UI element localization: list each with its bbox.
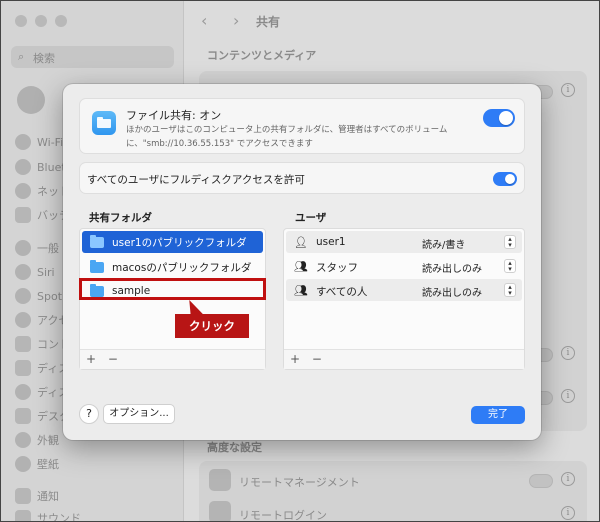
section-advanced: 高度な設定 — [207, 441, 262, 454]
accessibility-icon — [15, 312, 31, 328]
chevron-updown-icon[interactable]: ▴ ▾ — [504, 283, 516, 297]
row-remote-login: リモートログイン — [239, 509, 327, 522]
table-row-everyone[interactable]: 👥︎ すべての人 読み出しのみ ▴ ▾ — [286, 279, 522, 301]
forward-chevron-icon[interactable]: › — [233, 11, 239, 30]
gear-icon — [15, 240, 31, 256]
remove-folder-button[interactable]: − — [108, 350, 118, 368]
chevron-updown-icon[interactable]: ▴ ▾ — [504, 235, 516, 249]
display-icon — [15, 360, 31, 376]
info-icon[interactable]: i — [561, 346, 575, 360]
search-placeholder: 検索 — [33, 52, 55, 65]
users-header: ユーザ — [295, 212, 327, 224]
folder-icon — [90, 259, 104, 273]
spotlight-icon — [15, 288, 31, 304]
sidebar-item-control-center[interactable]: コント — [15, 335, 70, 353]
help-button[interactable]: ? — [79, 404, 99, 424]
appearance-icon — [15, 432, 31, 448]
remote-management-toggle[interactable] — [529, 474, 553, 488]
avatar[interactable] — [17, 86, 45, 114]
remote-management-icon — [209, 469, 231, 491]
click-callout: クリック — [175, 314, 249, 338]
sidebar-item-desktop[interactable]: デスク — [15, 407, 70, 425]
table-row-staff[interactable]: 👥︎ スタッフ 読み出しのみ ▴ ▾ — [286, 255, 522, 277]
list-item-folder-user1[interactable]: user1のパブリックフォルダ — [82, 231, 263, 253]
add-user-button[interactable]: + — [290, 350, 300, 368]
brightness-icon — [15, 384, 31, 400]
chevron-updown-icon[interactable]: ▴ ▾ — [504, 259, 516, 273]
search-icon: ⌕ — [18, 50, 25, 63]
options-button[interactable]: オプション... — [103, 404, 175, 424]
sidebar-item-appearance[interactable]: 外観 — [15, 431, 59, 449]
list-item-folder-macos[interactable]: macosのパブリックフォルダ — [82, 256, 263, 278]
battery-icon — [15, 207, 31, 223]
info-icon[interactable]: i — [561, 506, 575, 520]
folders-list-footer: + − — [80, 349, 265, 369]
table-row-user1[interactable]: 👤︎ user1 読み/書き ▴ ▾ — [286, 231, 522, 253]
sidebar-search-input[interactable]: ⌕ 検索 — [11, 46, 174, 68]
globe-icon — [15, 183, 31, 199]
full-disk-access-toggle[interactable] — [493, 172, 517, 186]
sidebar-item-network[interactable]: ネット — [15, 182, 70, 200]
sidebar-item-spotlight[interactable]: Spot — [15, 287, 62, 305]
sidebar-item-general[interactable]: 一般 — [15, 239, 59, 257]
sidebar-item-siri[interactable]: Siri — [15, 263, 55, 281]
users-list: 👤︎ user1 読み/書き ▴ ▾ 👥︎ スタッフ 読み出しのみ ▴ ▾ 👥︎ す… — [283, 228, 525, 370]
wallpaper-icon — [15, 456, 31, 472]
row-remote-management: リモートマネージメント — [239, 476, 360, 489]
sidebar-item-display-1[interactable]: ディス — [15, 359, 69, 377]
screenshot-frame: ⌕ 検索 Wi-Fi Bluet ネット バッテ 一般 Siri Spot アク… — [0, 0, 600, 522]
users-list-footer: + − — [284, 349, 524, 369]
sidebar-item-wifi[interactable]: Wi-Fi — [15, 133, 63, 151]
toggle-knob — [505, 174, 515, 184]
sidebar-item-bluetooth[interactable]: Bluet — [15, 158, 66, 176]
file-sharing-card: ファイル共有: オン ほかのユーザはこのコンピュータ上の共有フォルダに、管理者は… — [79, 98, 525, 154]
folder-icon — [90, 283, 104, 297]
info-icon[interactable]: i — [561, 472, 575, 486]
file-sharing-description: ほかのユーザはこのコンピュータ上の共有フォルダに、管理者はすべてのボリュームに、… — [126, 125, 448, 149]
speaker-icon — [15, 510, 31, 521]
page-title: 共有 — [256, 15, 281, 29]
sidebar-item-notifications[interactable]: 通知 — [15, 487, 59, 505]
everyone-icon: 👥︎ — [294, 284, 308, 297]
file-sharing-dialog: ファイル共有: オン ほかのユーザはこのコンピュータ上の共有フォルダに、管理者は… — [63, 84, 541, 440]
group-icon: 👥︎ — [294, 260, 308, 273]
permission-select[interactable]: 読み/書き — [422, 236, 465, 251]
sidebar-item-wallpaper[interactable]: 壁紙 — [15, 455, 59, 473]
permission-select[interactable]: 読み出しのみ — [422, 260, 482, 275]
add-folder-button[interactable]: + — [86, 350, 96, 368]
shared-folders-header: 共有フォルダ — [89, 212, 152, 224]
permission-select[interactable]: 読み出しのみ — [422, 284, 482, 299]
wifi-icon — [15, 134, 31, 150]
full-disk-access-label: すべてのユーザにフルディスクアクセスを許可 — [87, 174, 305, 186]
toggle-knob — [499, 111, 513, 125]
close-window-button[interactable] — [15, 15, 27, 27]
control-center-icon — [15, 336, 31, 352]
bluetooth-icon — [15, 159, 31, 175]
desktop-icon — [15, 408, 31, 424]
back-chevron-icon[interactable]: ‹ — [201, 11, 207, 30]
section-content-media: コンテンツとメディア — [207, 49, 317, 62]
file-sharing-toggle[interactable] — [483, 109, 515, 127]
person-icon: 👤︎ — [294, 236, 308, 249]
file-sharing-title: ファイル共有: オン — [126, 109, 222, 122]
done-button[interactable]: 完了 — [471, 406, 525, 424]
sidebar-item-battery[interactable]: バッテ — [15, 206, 70, 224]
info-icon[interactable]: i — [561, 83, 575, 97]
folder-icon — [90, 234, 104, 248]
sidebar-item-display-2[interactable]: ディス — [15, 383, 69, 401]
siri-icon — [15, 264, 31, 280]
sidebar-item-accessibility[interactable]: アクセ — [15, 311, 69, 329]
shared-folders-list: user1のパブリックフォルダ macosのパブリックフォルダ sample +… — [79, 228, 266, 370]
shared-folder-icon — [92, 111, 116, 135]
minimize-window-button[interactable] — [35, 15, 47, 27]
bell-icon — [15, 488, 31, 504]
zoom-window-button[interactable] — [55, 15, 67, 27]
remote-login-icon — [209, 501, 231, 521]
info-icon[interactable]: i — [561, 389, 575, 403]
sidebar-item-sound[interactable]: サウンド — [15, 509, 81, 521]
remove-user-button[interactable]: − — [312, 350, 322, 368]
list-item-folder-sample[interactable]: sample — [82, 280, 263, 302]
